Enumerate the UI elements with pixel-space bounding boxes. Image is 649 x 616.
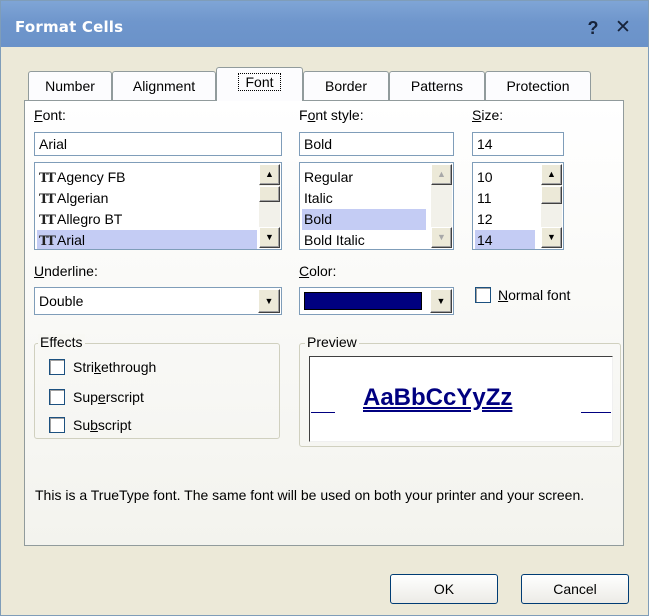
truetype-icon: TT xyxy=(39,192,56,207)
normal-font-checkbox[interactable] xyxy=(475,287,491,303)
tab-alignment[interactable]: Alignment xyxy=(112,71,216,100)
font-input[interactable]: Arial xyxy=(34,132,282,156)
font-style-item-selected[interactable]: Bold xyxy=(302,209,426,230)
superscript-checkbox[interactable] xyxy=(49,389,65,405)
tab-protection[interactable]: Protection xyxy=(485,71,591,100)
strikethrough-label[interactable]: Strikethrough xyxy=(73,359,156,375)
preview-baseline-left xyxy=(311,412,335,413)
scroll-down-arrow-icon[interactable]: ▼ xyxy=(259,227,280,248)
underline-select-value: Double xyxy=(39,293,84,309)
normal-font-label[interactable]: Normal font xyxy=(498,287,570,303)
size-item[interactable]: 11 xyxy=(475,188,535,209)
scroll-thumb[interactable] xyxy=(541,186,562,204)
ok-button[interactable]: OK xyxy=(390,574,498,604)
font-list-item[interactable]: TT Allegro BT xyxy=(37,209,257,230)
preview-label: Preview xyxy=(305,334,359,350)
underline-label: Underline: xyxy=(34,263,98,279)
font-list-item[interactable]: TT Agency FB xyxy=(37,167,257,188)
font-style-input[interactable]: Bold xyxy=(299,132,454,156)
tab-number[interactable]: Number xyxy=(28,71,112,100)
tab-font-label: Font xyxy=(238,73,281,91)
strikethrough-checkbox[interactable] xyxy=(49,359,65,375)
scroll-thumb[interactable] xyxy=(259,186,280,202)
effects-groupbox xyxy=(34,343,280,439)
color-label: Color: xyxy=(299,263,337,279)
color-swatch xyxy=(304,292,422,310)
color-select[interactable]: ▼ xyxy=(299,287,454,315)
subscript-label[interactable]: Subscript xyxy=(73,417,131,433)
chevron-down-icon[interactable]: ▼ xyxy=(430,289,452,313)
dialog-title: Format Cells xyxy=(15,18,124,36)
preview-sample-text: AaBbCcYyZz xyxy=(363,384,513,411)
scroll-up-arrow-icon[interactable]: ▲ xyxy=(541,164,562,185)
size-input[interactable]: 14 xyxy=(472,132,564,156)
help-icon[interactable]: ? xyxy=(583,17,603,39)
underline-select[interactable]: Double ▼ xyxy=(34,287,282,315)
scroll-down-arrow-icon[interactable]: ▼ xyxy=(431,227,452,248)
truetype-icon: TT xyxy=(39,171,56,186)
font-label: Font: xyxy=(34,107,66,123)
scroll-down-arrow-icon[interactable]: ▼ xyxy=(541,227,562,248)
font-style-item[interactable]: Italic xyxy=(302,188,426,209)
font-style-listbox[interactable]: Regular Italic Bold Bold Italic ▲ ▼ xyxy=(299,162,454,250)
font-style-item[interactable]: Bold Italic xyxy=(302,230,426,249)
font-label-text: ont: xyxy=(42,107,66,123)
size-item[interactable]: 12 xyxy=(475,209,535,230)
title-bar[interactable]: Format Cells ? ✕ xyxy=(1,1,648,47)
font-style-item[interactable]: Regular xyxy=(302,167,426,188)
font-listbox[interactable]: TT Agency FB TT Algerian TT Allegro BT TT Ar… xyxy=(34,162,282,250)
tab-font[interactable]: Font xyxy=(216,67,303,101)
font-list-item-selected[interactable]: TT Arial xyxy=(37,230,257,249)
font-style-label: Font style: xyxy=(299,107,364,123)
superscript-label[interactable]: Superscript xyxy=(73,389,144,405)
close-icon[interactable]: ✕ xyxy=(612,17,634,39)
tab-border[interactable]: Border xyxy=(303,71,389,100)
scroll-up-arrow-icon[interactable]: ▲ xyxy=(431,164,452,185)
scroll-up-arrow-icon[interactable]: ▲ xyxy=(259,164,280,185)
truetype-icon: TT xyxy=(39,213,56,228)
font-list-item[interactable]: TT Algerian xyxy=(37,188,257,209)
tab-patterns[interactable]: Patterns xyxy=(389,71,485,100)
font-style-scrollbar[interactable]: ▲ ▼ xyxy=(431,164,452,248)
truetype-info-text: This is a TrueType font. The same font w… xyxy=(35,487,585,503)
size-listbox[interactable]: 10 11 12 14 ▲ ▼ xyxy=(472,162,564,250)
format-cells-dialog: Format Cells ? ✕ Number Alignment Font B… xyxy=(0,0,649,616)
preview-baseline-right xyxy=(581,412,611,413)
subscript-checkbox[interactable] xyxy=(49,417,65,433)
effects-label: Effects xyxy=(38,334,85,350)
cancel-button[interactable]: Cancel xyxy=(521,574,629,604)
size-item[interactable]: 10 xyxy=(475,167,535,188)
chevron-down-icon[interactable]: ▼ xyxy=(258,289,280,313)
size-label: Size: xyxy=(472,107,504,123)
truetype-icon: TT xyxy=(39,234,56,249)
size-item-selected[interactable]: 14 xyxy=(475,230,535,249)
size-list-scrollbar[interactable]: ▲ ▼ xyxy=(541,164,562,248)
font-list-scrollbar[interactable]: ▲ ▼ xyxy=(259,164,280,248)
